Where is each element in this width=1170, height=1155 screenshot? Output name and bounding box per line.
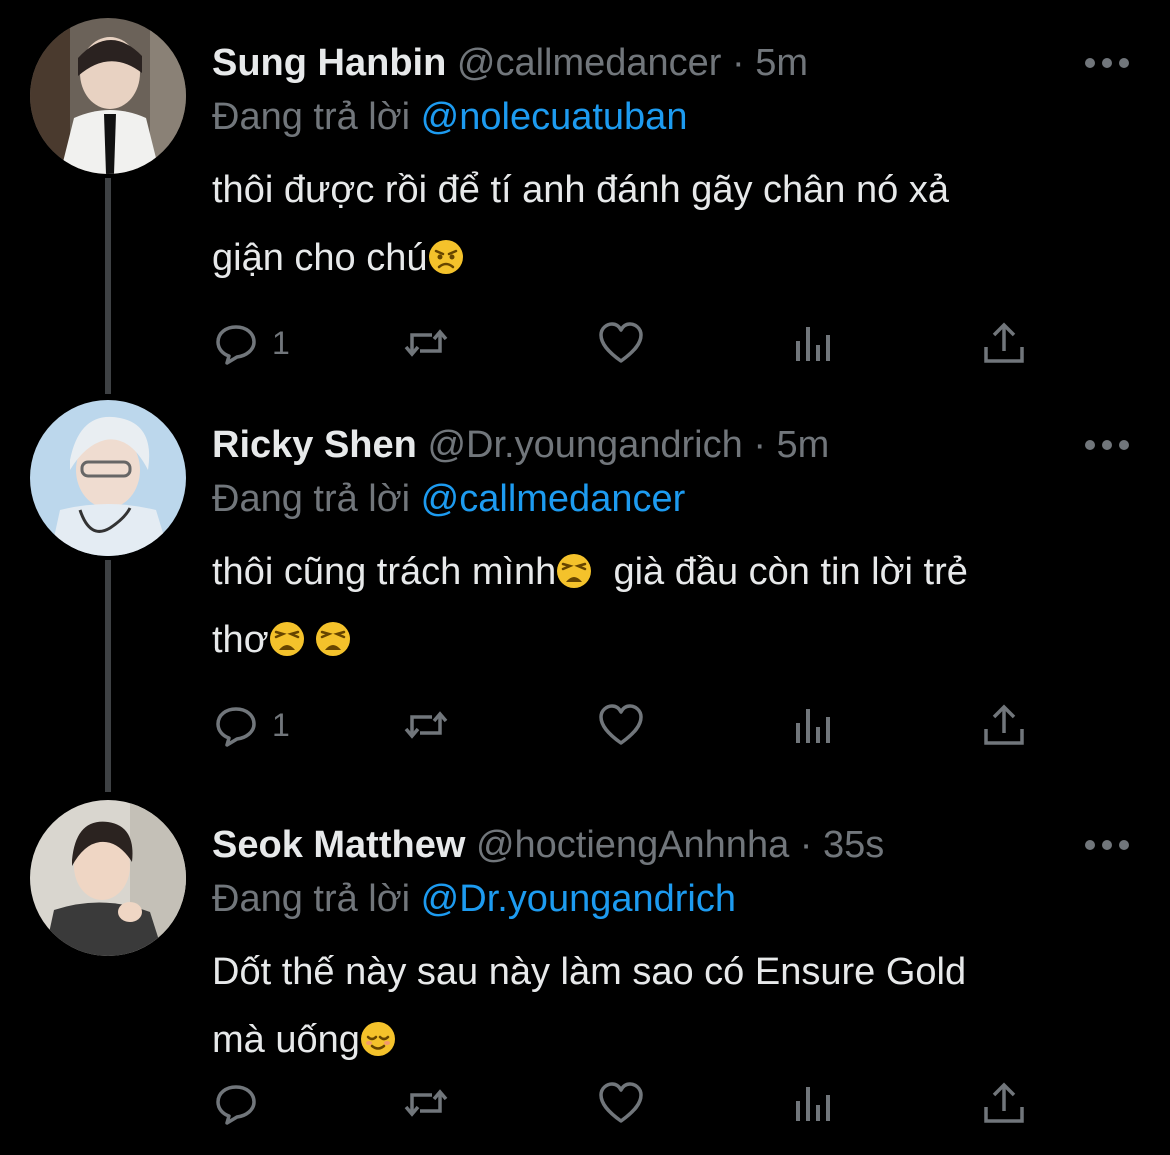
tweet[interactable]: Sung Hanbin @callmedancer · 5m Đang trả … — [0, 18, 1170, 378]
user-handle[interactable]: @Dr.youngandrich — [427, 424, 742, 466]
replying-to: Đang trả lời @nolecuatuban — [212, 94, 687, 140]
weary-face-icon — [316, 622, 351, 656]
replying-to: Đang trả lời @callmedancer — [212, 476, 685, 522]
timestamp[interactable]: 35s — [823, 824, 884, 866]
weary-face-icon — [557, 554, 592, 588]
user-handle[interactable]: @callmedancer — [457, 42, 722, 84]
analytics-button[interactable] — [790, 1078, 838, 1128]
relieved-face-icon — [360, 1022, 395, 1056]
tweet-text: Dốt thế này sau này làm sao có Ensure Go… — [212, 938, 1132, 1074]
display-name[interactable]: Seok Matthew — [212, 824, 465, 866]
tweet-text-line: già đầu còn tin lời trẻ — [613, 551, 968, 593]
mention-link[interactable]: @nolecuatuban — [421, 96, 688, 138]
retweet-button[interactable] — [402, 1078, 450, 1128]
replying-to-label: Đang trả lời — [212, 96, 411, 138]
share-icon — [984, 1082, 1024, 1123]
angry-face-icon — [428, 240, 463, 274]
separator: · — [732, 42, 745, 84]
tweet-actions — [212, 1078, 1112, 1128]
like-button[interactable] — [597, 700, 645, 750]
avatar[interactable] — [30, 400, 186, 556]
analytics-icon — [796, 1087, 830, 1121]
timestamp[interactable]: 5m — [755, 42, 808, 84]
retweet-button[interactable] — [402, 700, 450, 750]
reply-button[interactable]: 1 — [212, 700, 290, 750]
separator: · — [753, 424, 766, 466]
tweet-text-line: thôi cũng trách mình — [212, 551, 557, 593]
tweet[interactable]: Ricky Shen @Dr.youngandrich · 5m Đang tr… — [0, 400, 1170, 760]
user-handle[interactable]: @hoctiengAnhnha — [476, 824, 789, 866]
share-icon — [984, 704, 1024, 745]
reply-button[interactable] — [212, 1078, 272, 1128]
tweet-text-line: thơ — [212, 619, 269, 661]
retweet-icon — [404, 1089, 448, 1117]
weary-face-icon — [269, 622, 304, 656]
tweet-header: Seok Matthew @hoctiengAnhnha · 35s — [212, 822, 884, 868]
mention-link[interactable]: @callmedancer — [421, 478, 686, 520]
tweet-header: Ricky Shen @Dr.youngandrich · 5m — [212, 422, 829, 468]
reply-icon — [216, 325, 256, 365]
heart-icon — [599, 322, 643, 363]
tweet-text: thôi được rồi để tí anh đánh gãy chân nó… — [212, 156, 1132, 292]
share-icon — [984, 322, 1024, 363]
analytics-icon — [796, 709, 830, 743]
tweet-text-line: thôi được rồi để tí anh đánh gãy chân nó… — [212, 169, 949, 211]
tweet-text-line: giận cho chú — [212, 237, 428, 279]
avatar[interactable] — [30, 18, 186, 174]
retweet-button[interactable] — [402, 318, 450, 368]
tweet-actions: 1 — [212, 318, 1112, 368]
display-name[interactable]: Sung Hanbin — [212, 42, 446, 84]
reply-button[interactable]: 1 — [212, 318, 290, 368]
timestamp[interactable]: 5m — [777, 424, 830, 466]
more-options-icon[interactable] — [1085, 436, 1129, 454]
retweet-icon — [404, 329, 448, 357]
share-button[interactable] — [980, 1078, 1028, 1128]
reply-count: 1 — [272, 706, 290, 743]
tweet-text-line: mà uống — [212, 1019, 360, 1061]
reply-icon — [216, 707, 256, 747]
heart-icon — [599, 704, 643, 745]
avatar[interactable] — [30, 800, 186, 956]
like-button[interactable] — [597, 318, 645, 368]
reply-count: 1 — [272, 324, 290, 361]
like-button[interactable] — [597, 1078, 645, 1128]
replying-to: Đang trả lời @Dr.youngandrich — [212, 876, 736, 922]
mention-link[interactable]: @Dr.youngandrich — [421, 878, 736, 920]
tweet-text-line: Dốt thế này sau này làm sao có Ensure Go… — [212, 951, 967, 993]
retweet-icon — [404, 711, 448, 739]
tweet[interactable]: Seok Matthew @hoctiengAnhnha · 35s Đang … — [0, 800, 1170, 1155]
share-button[interactable] — [980, 700, 1028, 750]
tweet-header: Sung Hanbin @callmedancer · 5m — [212, 40, 808, 86]
tweet-actions: 1 — [212, 700, 1112, 750]
analytics-button[interactable] — [790, 700, 838, 750]
share-button[interactable] — [980, 318, 1028, 368]
more-options-icon[interactable] — [1085, 836, 1129, 854]
replying-to-label: Đang trả lời — [212, 478, 411, 520]
more-options-icon[interactable] — [1085, 54, 1129, 72]
separator: · — [799, 824, 813, 866]
analytics-icon — [796, 327, 830, 361]
tweet-text: thôi cũng trách mình già đầu còn tin lời… — [212, 538, 1132, 674]
display-name[interactable]: Ricky Shen — [212, 424, 417, 466]
analytics-button[interactable] — [790, 318, 838, 368]
replying-to-label: Đang trả lời — [212, 878, 411, 920]
reply-icon — [216, 1085, 256, 1125]
heart-icon — [599, 1082, 643, 1123]
